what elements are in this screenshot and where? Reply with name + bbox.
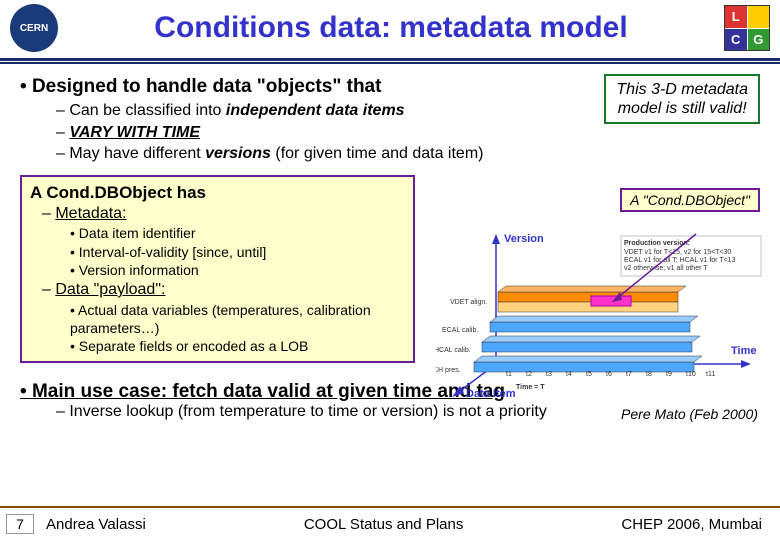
prod-version-line: ECAL v1 for all T; HCAL v1 for T<13	[624, 257, 736, 264]
text: Metadata:	[55, 205, 126, 222]
diagram-callout: A "Cond.DBObject"	[620, 188, 760, 212]
text: Can be classified into	[69, 102, 226, 119]
prod-version-line: v2 otherwise; v1 all other T	[624, 265, 708, 272]
lcg-logo-cell: L	[725, 6, 747, 28]
condbox-meta-item: Data item identifier	[70, 224, 405, 242]
designed-item: VARY WITH TIME	[56, 122, 760, 144]
condbox-meta-label: Metadata:	[42, 203, 405, 225]
lcg-logo-cell: G	[748, 29, 770, 51]
slide-title: Conditions data: metadata model	[58, 11, 724, 45]
condbox-payload-label: Data "payload":	[42, 279, 405, 301]
svg-text:t6: t6	[606, 371, 612, 378]
emphasis: independent data items	[226, 102, 405, 119]
svg-text:t11: t11	[706, 371, 715, 378]
data-item-label: HCAL calib.	[436, 347, 471, 354]
lcg-logo: L C G	[724, 5, 770, 51]
condbox-payload-item: Actual data variables (temperatures, cal…	[70, 301, 405, 337]
footer-right: CHEP 2006, Mumbai	[621, 516, 762, 533]
svg-text:t10: t10	[686, 371, 696, 378]
emphasis: VARY WITH TIME	[69, 124, 200, 141]
slide-header: CERN Conditions data: metadata model L C…	[0, 0, 780, 61]
svg-text:t1: t1	[506, 371, 512, 378]
svg-text:t7: t7	[626, 371, 632, 378]
axis-version-label: Version	[504, 233, 544, 245]
svg-text:t9: t9	[666, 371, 672, 378]
prod-version-line: VDET v1 for T<15, v2 for 15<T<30	[624, 249, 731, 256]
svg-text:t5: t5	[586, 371, 592, 378]
footer-center: COOL Status and Plans	[146, 516, 622, 533]
metadata-3d-diagram: A "Cond.DBObject" Version Time Data Item…	[436, 192, 766, 422]
emphasis: versions	[205, 145, 271, 162]
condbox-meta-item: Version information	[70, 261, 405, 279]
diagram-svg: Version Time Data Item Production versio…	[436, 214, 766, 399]
axis-time-label: Time	[731, 345, 756, 357]
condbox-meta-item: Interval-of-validity [since, until]	[70, 243, 405, 261]
validity-callout: This 3-D metadata model is still valid!	[604, 74, 760, 124]
callout-line: model is still valid!	[616, 99, 748, 118]
svg-text:t2: t2	[526, 371, 532, 378]
data-item-label: RICH pres.	[436, 367, 461, 374]
svg-text:t8: t8	[646, 371, 652, 378]
time-marker: Time = T	[516, 384, 545, 391]
conddbobject-box: A Cond.DBObject has Metadata: Data item …	[20, 175, 415, 363]
text: (for given time and data item)	[271, 145, 484, 162]
condbox-title: A Cond.DBObject has	[30, 183, 405, 203]
cern-logo: CERN	[10, 4, 58, 52]
slide-body: This 3-D metadata model is still valid! …	[0, 64, 780, 421]
diagram-credit: Pere Mato (Feb 2000)	[621, 406, 758, 422]
axis-dataitem-label: Data Item	[466, 388, 516, 399]
callout-line: This 3-D metadata	[616, 80, 748, 99]
text: Data "payload":	[55, 281, 165, 298]
lcg-logo-cell: C	[725, 29, 747, 51]
slide-footer: 7 Andrea Valassi COOL Status and Plans C…	[0, 506, 780, 540]
data-item-label: ECAL calib.	[442, 327, 478, 334]
data-item-label: VDET align.	[450, 299, 487, 306]
svg-text:t4: t4	[566, 371, 572, 378]
page-number: 7	[6, 514, 34, 534]
condbox-payload-item: Separate fields or encoded as a LOB	[70, 337, 405, 355]
designed-item: May have different versions (for given t…	[56, 143, 760, 165]
footer-author: Andrea Valassi	[46, 516, 146, 533]
svg-text:t3: t3	[546, 371, 552, 378]
text: May have different	[69, 145, 205, 162]
lcg-logo-cell	[748, 6, 770, 28]
